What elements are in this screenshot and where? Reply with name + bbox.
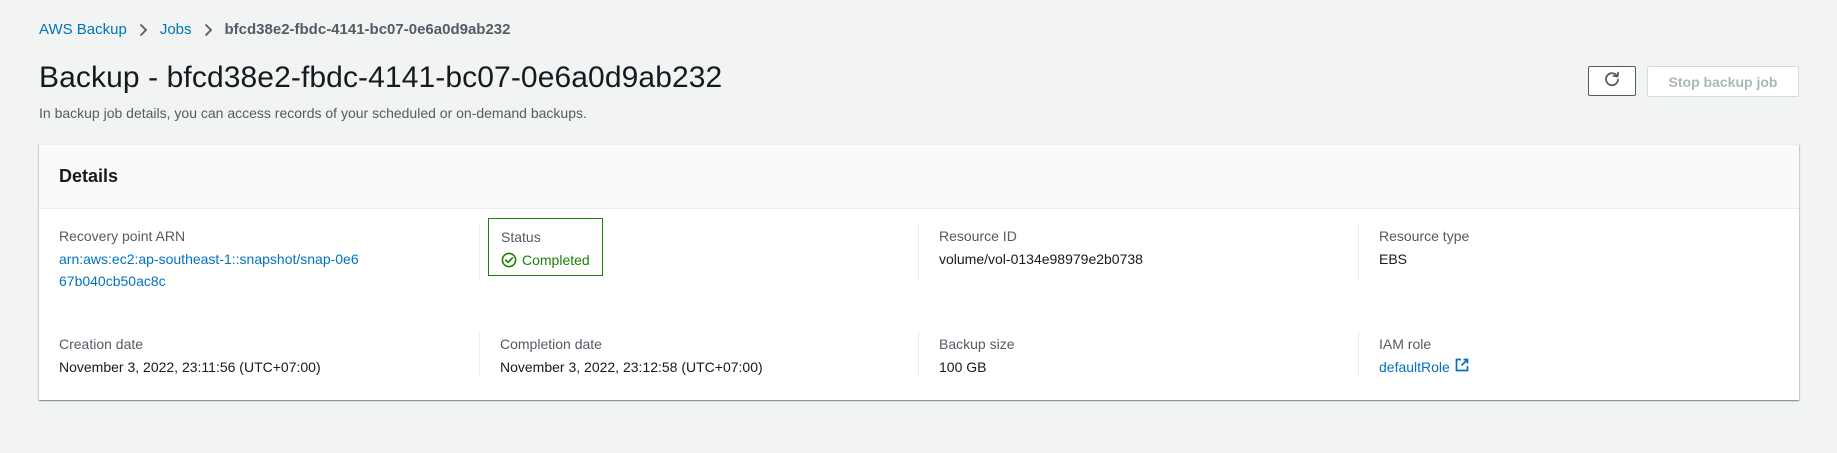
resource-id-field: Resource ID volume/vol-0134e98979e2b0738 bbox=[939, 226, 1319, 270]
details-container: Details Recovery point ARN arn:aws:ec2:a… bbox=[39, 144, 1799, 400]
creation-date-value: November 3, 2022, 23:11:56 (UTC+07:00) bbox=[59, 359, 321, 375]
recovery-point-arn-link[interactable]: arn:aws:ec2:ap-southeast-1::snapshot/sna… bbox=[59, 248, 359, 292]
completion-date-label: Completion date bbox=[500, 336, 602, 352]
column-divider bbox=[479, 223, 480, 281]
iam-role-link-text: defaultRole bbox=[1379, 359, 1450, 375]
resource-id-label: Resource ID bbox=[939, 228, 1017, 244]
column-divider bbox=[1358, 331, 1359, 377]
column-divider bbox=[1358, 223, 1359, 281]
external-link-icon bbox=[1455, 356, 1469, 378]
creation-date-label: Creation date bbox=[59, 336, 144, 352]
resource-type-label: Resource type bbox=[1379, 228, 1470, 244]
iam-role-value: defaultRole bbox=[1379, 356, 1759, 378]
creation-date-field: Creation date November 3, 2022, 23:11:56… bbox=[59, 334, 439, 378]
backup-job-page: AWS Backup Jobs bfcd38e2-fbdc-4141-bc07-… bbox=[0, 0, 1837, 453]
backup-size-label: Backup size bbox=[939, 336, 1015, 352]
column-divider bbox=[918, 223, 919, 281]
chevron-right-icon bbox=[204, 23, 213, 37]
page-title: Backup - bfcd38e2-fbdc-4141-bc07-0e6a0d9… bbox=[39, 61, 723, 94]
recovery-point-arn-label: Recovery point ARN bbox=[59, 228, 186, 244]
breadcrumb-jobs[interactable]: Jobs bbox=[160, 20, 192, 40]
resource-id-value: volume/vol-0134e98979e2b0738 bbox=[939, 251, 1143, 267]
status-value: Completed bbox=[522, 252, 590, 268]
details-title: Details bbox=[59, 166, 119, 186]
chevron-right-icon bbox=[139, 23, 148, 37]
iam-role-link[interactable]: defaultRole bbox=[1379, 356, 1469, 378]
backup-size-field: Backup size 100 GB bbox=[939, 334, 1319, 378]
iam-role-label: IAM role bbox=[1379, 336, 1432, 352]
stop-backup-job-button[interactable]: Stop backup job bbox=[1647, 66, 1799, 97]
page-description: In backup job details, you can access re… bbox=[39, 105, 587, 121]
completion-date-field: Completion date November 3, 2022, 23:12:… bbox=[500, 334, 880, 378]
column-divider bbox=[479, 331, 480, 377]
column-divider bbox=[918, 331, 919, 377]
status-field: Status Completed bbox=[488, 218, 603, 276]
status-badge: Completed bbox=[501, 249, 590, 271]
completion-date-value: November 3, 2022, 23:12:58 (UTC+07:00) bbox=[500, 359, 763, 375]
breadcrumb-aws-backup[interactable]: AWS Backup bbox=[39, 20, 127, 40]
resource-type-value: EBS bbox=[1379, 251, 1408, 267]
status-label: Status bbox=[501, 229, 541, 245]
refresh-button[interactable] bbox=[1588, 66, 1636, 96]
backup-size-value: 100 GB bbox=[939, 359, 987, 375]
breadcrumb-current: bfcd38e2-fbdc-4141-bc07-0e6a0d9ab232 bbox=[224, 21, 511, 38]
iam-role-field: IAM role defaultRole bbox=[1379, 334, 1759, 378]
breadcrumb: AWS Backup Jobs bfcd38e2-fbdc-4141-bc07-… bbox=[39, 20, 510, 40]
details-header: Details bbox=[39, 145, 1799, 209]
status-success-icon bbox=[501, 252, 517, 268]
resource-type-field: Resource type EBS bbox=[1379, 226, 1759, 270]
recovery-point-arn-field: Recovery point ARN arn:aws:ec2:ap-southe… bbox=[59, 226, 439, 292]
refresh-icon bbox=[1603, 70, 1621, 93]
